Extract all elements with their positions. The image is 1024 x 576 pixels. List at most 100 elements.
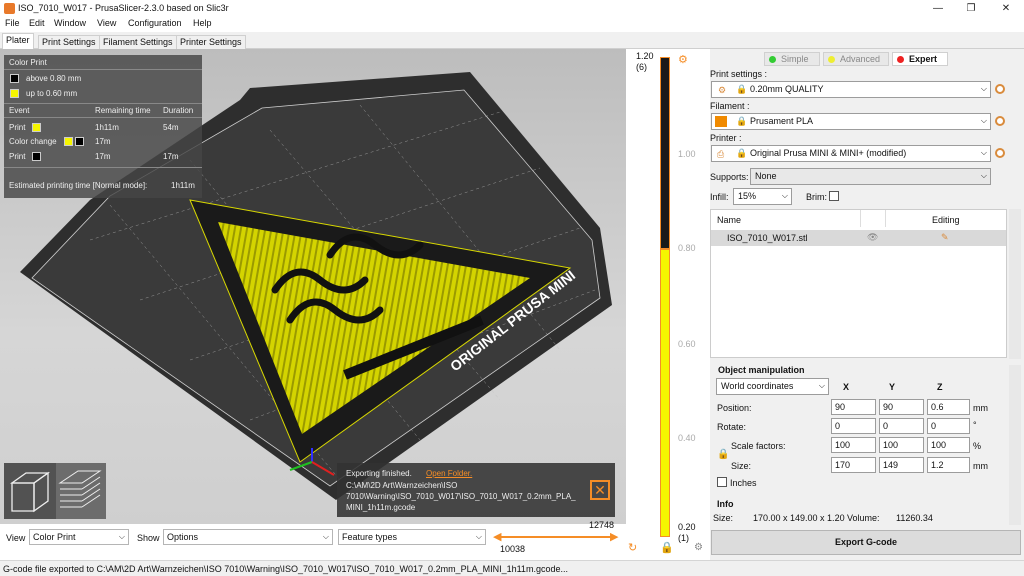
inches-label: Inches bbox=[730, 478, 757, 488]
tab-bar: Plater Print Settings Filament Settings … bbox=[0, 32, 1024, 49]
eye-icon[interactable]: 👁 bbox=[867, 232, 878, 243]
show-label: Show bbox=[137, 533, 160, 543]
legend-swatch-above bbox=[10, 74, 19, 83]
rotate-x-input[interactable]: 0 bbox=[831, 418, 876, 434]
legend-row-event: Color change bbox=[9, 137, 57, 146]
tab-plater[interactable]: Plater bbox=[2, 33, 34, 49]
print-settings-value: 0.20mm QUALITY bbox=[750, 84, 824, 94]
settings-gear-icon[interactable]: ⚙ bbox=[694, 542, 703, 553]
legend-swatch-upto bbox=[10, 89, 19, 98]
tab-filament-settings[interactable]: Filament Settings bbox=[99, 35, 177, 49]
feature-types-value: Feature types bbox=[342, 532, 398, 542]
notification-path-2: 7010\Warning\ISO_7010_W017\ISO_7010_W017… bbox=[346, 492, 576, 501]
lock-icon: 🔒 bbox=[736, 116, 748, 126]
axis-y-header: Y bbox=[889, 382, 896, 392]
supports-combo[interactable]: None ⌵ bbox=[750, 168, 991, 185]
filament-value: Prusament PLA bbox=[750, 116, 814, 126]
legend-row-remaining: 1h11m bbox=[95, 123, 119, 132]
menu-edit[interactable]: Edit bbox=[29, 18, 45, 28]
position-unit: mm bbox=[973, 403, 988, 413]
maximize-button[interactable]: ❐ bbox=[957, 1, 985, 16]
app-icon bbox=[4, 3, 15, 14]
print-settings-gear-icon[interactable] bbox=[995, 84, 1005, 94]
horizontal-slider[interactable] bbox=[497, 536, 615, 538]
show-select[interactable]: Options ⌵ bbox=[163, 529, 333, 545]
size-y-input[interactable]: 149 bbox=[879, 457, 924, 473]
chevron-down-icon: ⌵ bbox=[980, 84, 987, 93]
view-3d-toggle[interactable] bbox=[4, 463, 56, 519]
position-y-input[interactable]: 90 bbox=[879, 399, 924, 415]
menu-file[interactable]: File bbox=[5, 18, 20, 28]
close-notification-icon[interactable]: ✕ bbox=[590, 480, 610, 500]
legend-header-duration: Duration bbox=[163, 106, 194, 115]
coordinates-combo[interactable]: World coordinates ⌵ bbox=[716, 378, 829, 395]
scale-y-input[interactable]: 100 bbox=[879, 437, 924, 453]
menu-window[interactable]: Window bbox=[54, 18, 86, 28]
vslider-bottom-layer: (1) bbox=[678, 533, 689, 543]
chevron-down-icon: ⌵ bbox=[980, 171, 987, 180]
object-row[interactable]: ISO_7010_W017.stl 👁 ✎ bbox=[711, 230, 1006, 246]
object-list-scrollbar[interactable] bbox=[1009, 209, 1021, 359]
info-size-label: Size: bbox=[713, 513, 734, 523]
mode-advanced-button[interactable]: Advanced bbox=[823, 52, 889, 66]
uniform-scale-lock-icon[interactable]: 🔒 bbox=[717, 449, 729, 460]
vslider-tick-label: 0.80 bbox=[678, 243, 696, 253]
size-x-input[interactable]: 170 bbox=[831, 457, 876, 473]
minimize-button[interactable]: — bbox=[924, 1, 952, 16]
menu-bar: File Edit Window View Configuration Help bbox=[0, 17, 1024, 32]
filament-combo[interactable]: 🔒 Prusament PLA ⌵ bbox=[711, 113, 991, 130]
printer-icon: ⎙ bbox=[717, 149, 725, 159]
sidebar-scrollbar[interactable] bbox=[1009, 365, 1021, 525]
feature-types-select[interactable]: Feature types ⌵ bbox=[338, 529, 486, 545]
vslider-top-layer: (6) bbox=[636, 62, 647, 72]
vslider-top-handle-icon[interactable]: ⚙ bbox=[678, 53, 688, 66]
menu-view[interactable]: View bbox=[97, 18, 116, 28]
notification-path-1: C:\AM\2D Art\Warnzeichen\ISO bbox=[346, 481, 458, 490]
inches-checkbox[interactable] bbox=[717, 477, 727, 487]
print-settings-label: Print settings : bbox=[710, 69, 768, 79]
object-manipulation-title: Object manipulation bbox=[718, 365, 805, 375]
view-layers-toggle[interactable] bbox=[56, 463, 106, 519]
printer-gear-icon[interactable] bbox=[995, 148, 1005, 158]
filament-gear-icon[interactable] bbox=[995, 116, 1005, 126]
lock-icon[interactable]: 🔒 bbox=[660, 541, 674, 554]
position-z-input[interactable]: 0.6 bbox=[927, 399, 970, 415]
object-list-name-header: Name bbox=[717, 215, 742, 225]
object-row-name: ISO_7010_W017.stl bbox=[727, 233, 808, 243]
h-slider-top-value: 12748 bbox=[589, 520, 615, 530]
view-select[interactable]: Color Print ⌵ bbox=[29, 529, 129, 545]
size-unit: mm bbox=[973, 461, 988, 471]
size-label: Size: bbox=[731, 461, 752, 471]
brim-checkbox[interactable] bbox=[829, 191, 839, 201]
legend-header-event: Event bbox=[9, 106, 30, 115]
revert-icon[interactable]: ↻ bbox=[628, 541, 637, 554]
layers-icon bbox=[58, 470, 102, 508]
export-notification: Exporting finished. Open Folder. C:\AM\2… bbox=[337, 463, 615, 517]
menu-configuration[interactable]: Configuration bbox=[128, 18, 182, 28]
tab-printer-settings[interactable]: Printer Settings bbox=[176, 35, 246, 49]
printer-combo[interactable]: ⎙ 🔒 Original Prusa MINI & MINI+ (modifie… bbox=[711, 145, 991, 162]
mode-expert-button[interactable]: Expert bbox=[892, 52, 948, 66]
slider-left-handle-icon[interactable]: ◀ bbox=[493, 530, 501, 543]
export-gcode-button[interactable]: Export G-code bbox=[711, 530, 1021, 555]
menu-help[interactable]: Help bbox=[193, 18, 212, 28]
open-folder-link[interactable]: Open Folder. bbox=[426, 469, 472, 478]
edit-icon[interactable]: ✎ bbox=[941, 232, 949, 243]
tab-print-settings[interactable]: Print Settings bbox=[38, 35, 100, 49]
size-z-input[interactable]: 1.2 bbox=[927, 457, 970, 473]
rotate-y-input[interactable]: 0 bbox=[879, 418, 924, 434]
title-bar: ISO_7010_W017 - PrusaSlicer-2.3.0 based … bbox=[0, 0, 1024, 17]
scale-x-input[interactable]: 100 bbox=[831, 437, 876, 453]
rotate-z-input[interactable]: 0 bbox=[927, 418, 970, 434]
slider-right-handle-icon[interactable]: ▶ bbox=[610, 530, 618, 543]
print-settings-combo[interactable]: ⚙ 🔒 0.20mm QUALITY ⌵ bbox=[711, 81, 991, 98]
infill-combo[interactable]: 15% ⌵ bbox=[733, 188, 792, 205]
object-list-editing-header: Editing bbox=[932, 215, 960, 225]
mode-simple-button[interactable]: Simple bbox=[764, 52, 820, 66]
close-button[interactable]: ✕ bbox=[992, 1, 1020, 16]
lock-icon: 🔒 bbox=[736, 148, 748, 158]
position-x-input[interactable]: 90 bbox=[831, 399, 876, 415]
scale-z-input[interactable]: 100 bbox=[927, 437, 970, 453]
legend-row-duration: 17m bbox=[163, 152, 179, 161]
legend-item-upto: up to 0.60 mm bbox=[26, 89, 78, 98]
